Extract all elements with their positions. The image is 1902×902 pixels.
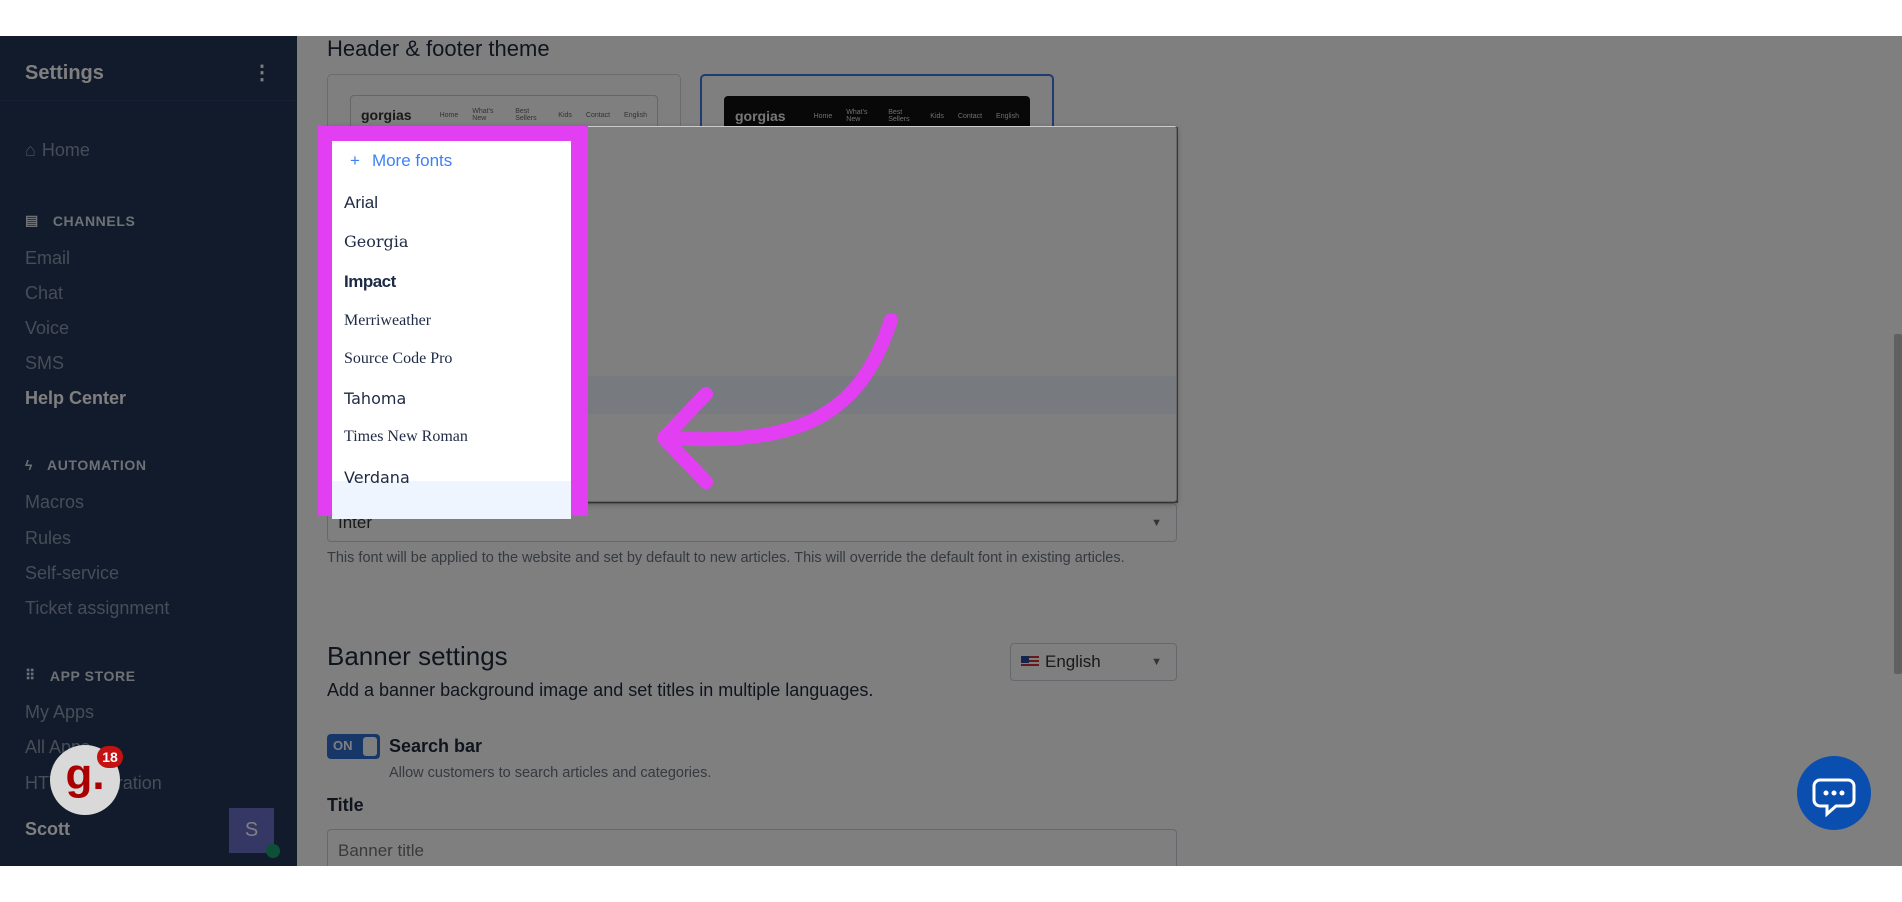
arrow-annotation [657, 313, 898, 489]
app: Settings ⋮ ⌂Home ▤CHANNELS Email Chat Vo… [0, 36, 1902, 866]
notification-badge: 18 [97, 746, 123, 768]
chat-bubble-icon [1812, 778, 1856, 818]
chat-launcher-button[interactable] [1797, 756, 1871, 830]
arrow-curve [661, 313, 898, 447]
